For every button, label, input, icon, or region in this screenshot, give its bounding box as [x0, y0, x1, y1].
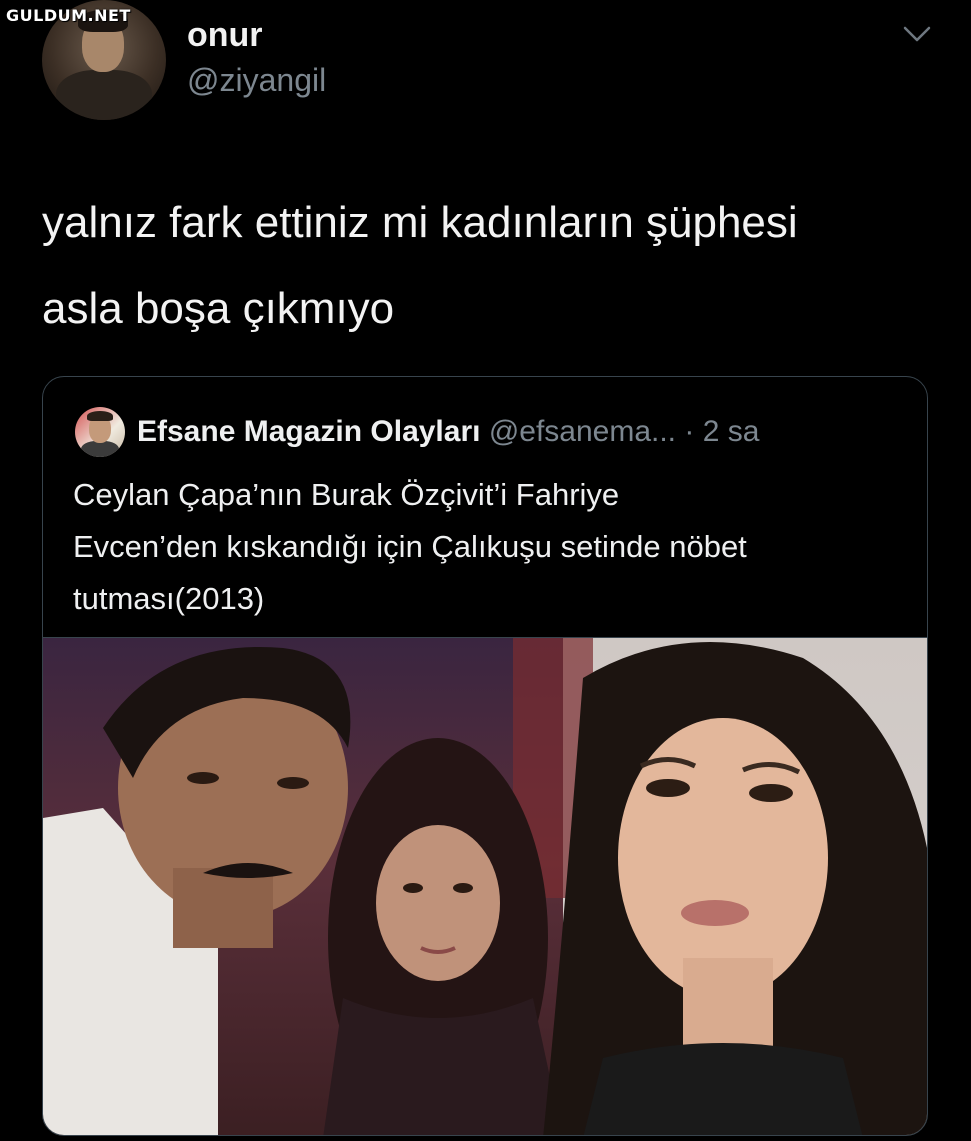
- quoted-tweet-card[interactable]: Efsane Magazin Olayları @efsanema... · 2…: [42, 376, 928, 1136]
- tweet-text: yalnız fark ettiniz mi kadınların şüphes…: [42, 198, 798, 333]
- quoted-author-name: Efsane Magazin Olayları: [137, 415, 481, 448]
- quoted-tweet-image[interactable]: [43, 637, 927, 1135]
- chevron-down-icon[interactable]: [902, 24, 932, 44]
- quoted-tweet-text: Ceylan Çapa’nın Burak Özçivit’i Fahriye …: [73, 477, 747, 616]
- author-handle[interactable]: @ziyangil: [187, 62, 326, 99]
- quoted-author-avatar: [75, 407, 125, 457]
- author-display-name[interactable]: onur: [187, 16, 263, 55]
- quoted-author-handle: @efsanema...: [488, 415, 677, 448]
- quoted-tweet-time: 2 sa: [702, 415, 760, 448]
- quoted-tweet-header: Efsane Magazin Olayları @efsanema... · 2…: [137, 415, 759, 449]
- header-separator: ·: [684, 415, 695, 448]
- photo-collage-illustration: [43, 638, 927, 1135]
- watermark-logo: GULDUM.NET: [6, 6, 131, 25]
